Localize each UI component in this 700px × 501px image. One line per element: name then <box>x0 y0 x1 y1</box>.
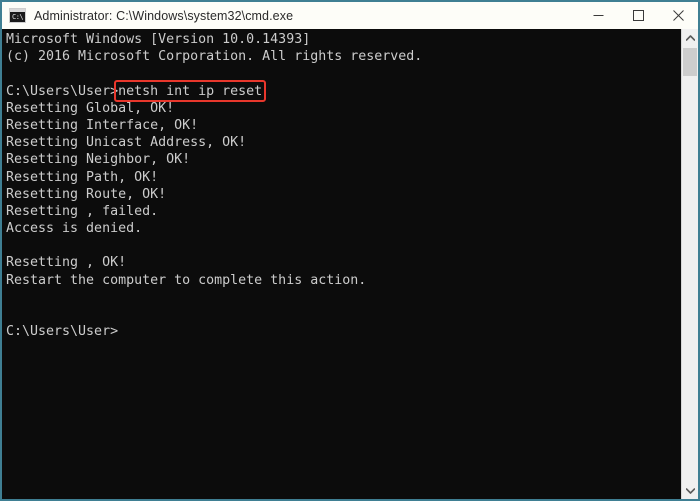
minimize-icon <box>593 15 603 16</box>
icon-titlebar-stripe <box>10 9 25 12</box>
scrollbar-track[interactable] <box>682 46 698 482</box>
console-line: Resetting Global, OK! <box>6 100 175 116</box>
scrollbar-thumb[interactable] <box>683 48 697 76</box>
window-title: Administrator: C:\Windows\system32\cmd.e… <box>34 8 294 23</box>
console-line: Resetting Unicast Address, OK! <box>6 135 247 151</box>
scroll-down-arrow-icon[interactable] <box>682 482 698 499</box>
console-line: Access is denied. <box>6 221 143 237</box>
console-line: Microsoft Windows [Version 10.0.14393] <box>6 32 311 47</box>
console-line: C:\Users\User>netsh int ip reset <box>6 83 263 99</box>
icon-prompt-glyph: C:\ <box>12 13 24 21</box>
console-scrollbar[interactable] <box>681 29 698 499</box>
console-text: Microsoft Windows [Version 10.0.14393] (c… <box>6 31 678 340</box>
console-output-area[interactable]: Microsoft Windows [Version 10.0.14393] (c… <box>2 29 698 499</box>
console-line: Restart the computer to complete this ac… <box>6 272 367 288</box>
cmd-console-icon: C:\ <box>9 8 26 23</box>
maximize-button[interactable] <box>618 2 658 29</box>
console-line: Resetting Neighbor, OK! <box>6 152 191 168</box>
console-line: Resetting Interface, OK! <box>6 117 199 133</box>
close-button[interactable] <box>658 2 698 29</box>
console-line: Resetting , OK! <box>6 255 127 271</box>
scroll-up-arrow-icon[interactable] <box>682 29 698 46</box>
title-bar[interactable]: C:\ Administrator: C:\Windows\system32\c… <box>2 2 698 29</box>
maximize-icon <box>632 10 644 21</box>
console-line: C:\Users\User> <box>6 324 119 340</box>
console-line: Resetting Route, OK! <box>6 186 167 202</box>
console-line: Resetting Path, OK! <box>6 169 159 185</box>
command-prompt-window: C:\ Administrator: C:\Windows\system32\c… <box>0 0 700 501</box>
close-icon <box>672 10 684 21</box>
window-controls <box>578 2 698 29</box>
console-line: (c) 2016 Microsoft Corporation. All righ… <box>6 49 423 65</box>
console-line: Resetting , failed. <box>6 203 159 219</box>
minimize-button[interactable] <box>578 2 618 29</box>
